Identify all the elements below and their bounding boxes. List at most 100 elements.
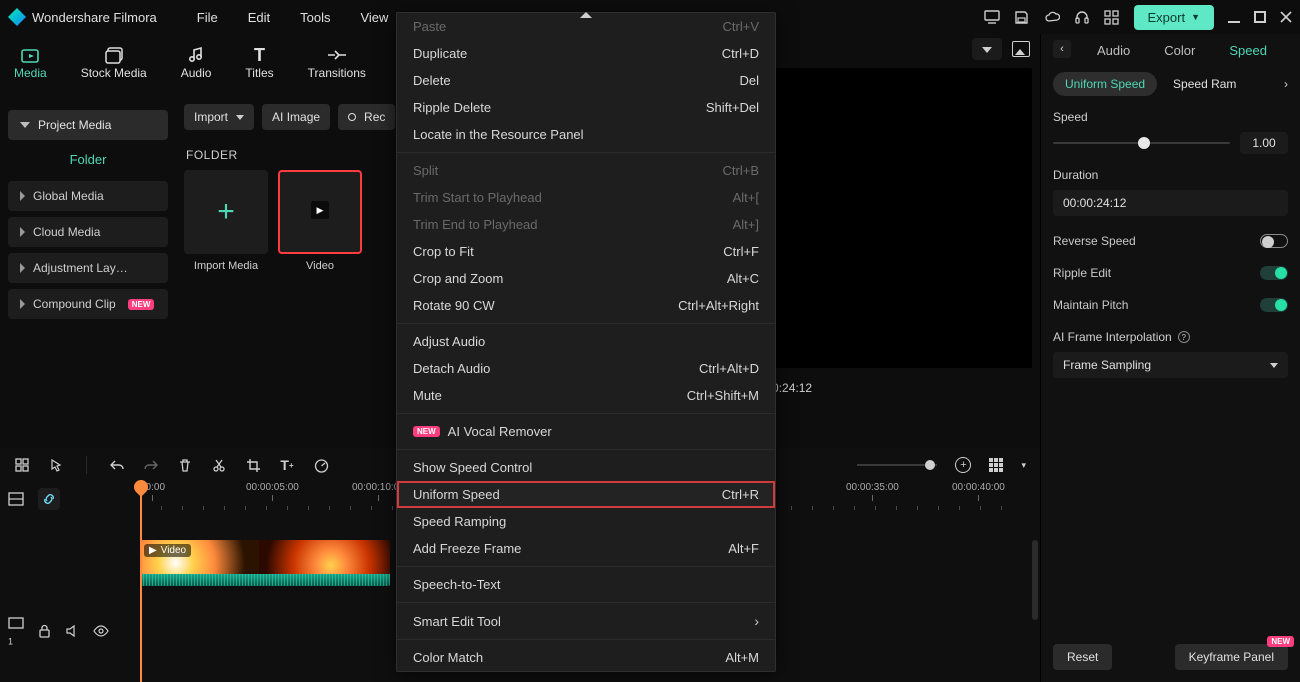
video-tile[interactable]: ▶ Video [278, 170, 362, 272]
track-lock-icon[interactable] [38, 624, 51, 638]
save-icon[interactable] [1014, 9, 1030, 25]
menu-edit[interactable]: Edit [248, 10, 270, 25]
window-maximize-icon[interactable] [1254, 11, 1266, 23]
tab-speed-inspector[interactable]: Speed [1229, 43, 1267, 58]
export-label: Export [1148, 10, 1186, 25]
chevron-down-icon[interactable]: ▾ [1021, 460, 1026, 471]
preview-quality-dropdown[interactable] [972, 38, 1002, 60]
record-button[interactable]: Rec [338, 104, 395, 130]
ripple-edit-toggle[interactable] [1260, 266, 1288, 280]
speed-value[interactable]: 1.00 [1240, 132, 1288, 154]
menu-tools[interactable]: Tools [300, 10, 330, 25]
menu-view[interactable]: View [360, 10, 388, 25]
export-button[interactable]: Export▼ [1134, 5, 1215, 30]
subtab-uniform-speed[interactable]: Uniform Speed [1053, 72, 1157, 96]
inspector-back-icon[interactable]: ‹ [1053, 40, 1071, 58]
timeline-scrollbar[interactable] [1032, 540, 1038, 620]
context-item-rotate-90-cw[interactable]: Rotate 90 CWCtrl+Alt+Right [397, 292, 775, 319]
headphones-icon[interactable] [1074, 9, 1090, 25]
context-item-uniform-speed[interactable]: Uniform SpeedCtrl+R [397, 481, 775, 508]
timeline-grid-icon[interactable] [989, 458, 1003, 472]
context-item-speed-ramping[interactable]: Speed Ramping [397, 508, 775, 535]
duration-value[interactable]: 00:00:24:12 [1053, 190, 1288, 216]
subtab-more-icon[interactable]: › [1284, 77, 1288, 91]
track-video-icon[interactable]: 1 [8, 616, 24, 646]
tool-grid-icon[interactable] [14, 457, 30, 473]
context-item-trim-end-to-playhead: Trim End to PlayheadAlt+] [397, 211, 775, 238]
chevron-down-icon [20, 122, 30, 128]
tab-media[interactable]: Media [14, 44, 47, 80]
record-icon [348, 113, 356, 121]
context-item-adjust-audio[interactable]: Adjust Audio [397, 328, 775, 355]
project-media-label: Project Media [38, 118, 111, 132]
sidebar-item-cloud-media[interactable]: Cloud Media [8, 217, 168, 247]
tool-pointer-icon[interactable] [48, 457, 64, 473]
maintain-pitch-toggle[interactable] [1260, 298, 1288, 312]
redo-icon[interactable] [143, 457, 159, 473]
zoom-in-icon[interactable]: + [955, 457, 971, 473]
app-logo [8, 8, 26, 26]
sidebar-item-global-media[interactable]: Global Media [8, 181, 168, 211]
ripple-edit-label: Ripple Edit [1053, 266, 1111, 280]
context-item-duplicate[interactable]: DuplicateCtrl+D [397, 40, 775, 67]
undo-icon[interactable] [109, 457, 125, 473]
track-mute-icon[interactable] [65, 624, 79, 638]
frame-sampling-select[interactable]: Frame Sampling [1053, 352, 1288, 378]
context-item-color-match[interactable]: Color MatchAlt+M [397, 644, 775, 671]
context-item-mute[interactable]: MuteCtrl+Shift+M [397, 382, 775, 409]
sidebar-item-adjustment-layer[interactable]: Adjustment Lay… [8, 253, 168, 283]
context-item-locate-in-the-resource-panel[interactable]: Locate in the Resource Panel [397, 121, 775, 148]
import-button[interactable]: Import [184, 104, 254, 130]
context-item-add-freeze-frame[interactable]: Add Freeze FrameAlt+F [397, 535, 775, 562]
context-item-detach-audio[interactable]: Detach AudioCtrl+Alt+D [397, 355, 775, 382]
tab-color-inspector[interactable]: Color [1164, 43, 1195, 58]
maintain-pitch-label: Maintain Pitch [1053, 298, 1128, 312]
window-minimize-icon[interactable] [1228, 11, 1240, 23]
split-icon[interactable] [211, 457, 227, 473]
sidebar-item-compound-clip[interactable]: Compound ClipNEW [8, 289, 168, 319]
apps-icon[interactable] [1104, 9, 1120, 25]
context-item-delete[interactable]: DeleteDel [397, 67, 775, 94]
tab-audio[interactable]: Audio [181, 44, 212, 80]
import-media-tile[interactable]: + Import Media [184, 170, 268, 272]
chevron-down-icon [1270, 363, 1278, 368]
chevron-right-icon [20, 299, 25, 309]
sidebar-folder-label: Folder [8, 140, 168, 175]
link-icon[interactable] [38, 488, 60, 510]
chevron-right-icon [20, 263, 25, 273]
menu-file[interactable]: File [197, 10, 218, 25]
speed-icon[interactable] [313, 457, 329, 473]
tab-stock-media[interactable]: Stock Media [81, 44, 147, 80]
window-close-icon[interactable] [1280, 11, 1292, 23]
ai-image-button[interactable]: AI Image [262, 104, 330, 130]
chevron-down-icon [236, 115, 244, 120]
track-visibility-icon[interactable] [93, 625, 109, 637]
playhead[interactable] [140, 482, 142, 682]
device-icon[interactable] [984, 9, 1000, 25]
reset-button[interactable]: Reset [1053, 644, 1112, 670]
tab-titles[interactable]: TTitles [245, 44, 273, 80]
timeline-clip[interactable]: ▶ Video [140, 540, 390, 586]
context-item-crop-to-fit[interactable]: Crop to FitCtrl+F [397, 238, 775, 265]
project-media-chip[interactable]: Project Media [8, 110, 168, 140]
context-item-speech-to-text[interactable]: Speech-to-Text [397, 571, 775, 598]
tab-transitions[interactable]: Transitions [308, 44, 366, 80]
context-item-show-speed-control[interactable]: Show Speed Control [397, 454, 775, 481]
text-icon[interactable]: T+ [279, 457, 295, 473]
delete-icon[interactable] [177, 457, 193, 473]
keyframe-panel-button[interactable]: Keyframe PanelNEW [1175, 644, 1288, 670]
cloud-icon[interactable] [1044, 9, 1060, 25]
crop-icon[interactable] [245, 457, 261, 473]
context-item-crop-and-zoom[interactable]: Crop and ZoomAlt+C [397, 265, 775, 292]
context-item-ripple-delete[interactable]: Ripple DeleteShift+Del [397, 94, 775, 121]
track-header-icon[interactable] [8, 492, 24, 506]
help-icon[interactable]: ? [1178, 331, 1190, 343]
subtab-speed-ramping[interactable]: Speed Ram [1173, 77, 1236, 91]
tab-audio-inspector[interactable]: Audio [1097, 43, 1130, 58]
zoom-slider[interactable] [857, 464, 937, 466]
snapshot-icon[interactable] [1012, 41, 1030, 57]
context-item-smart-edit-tool[interactable]: Smart Edit Tool [397, 607, 775, 635]
speed-slider[interactable] [1053, 142, 1230, 144]
context-item-ai-vocal-remover[interactable]: NEWAI Vocal Remover [397, 418, 775, 445]
reverse-speed-toggle[interactable] [1260, 234, 1288, 248]
